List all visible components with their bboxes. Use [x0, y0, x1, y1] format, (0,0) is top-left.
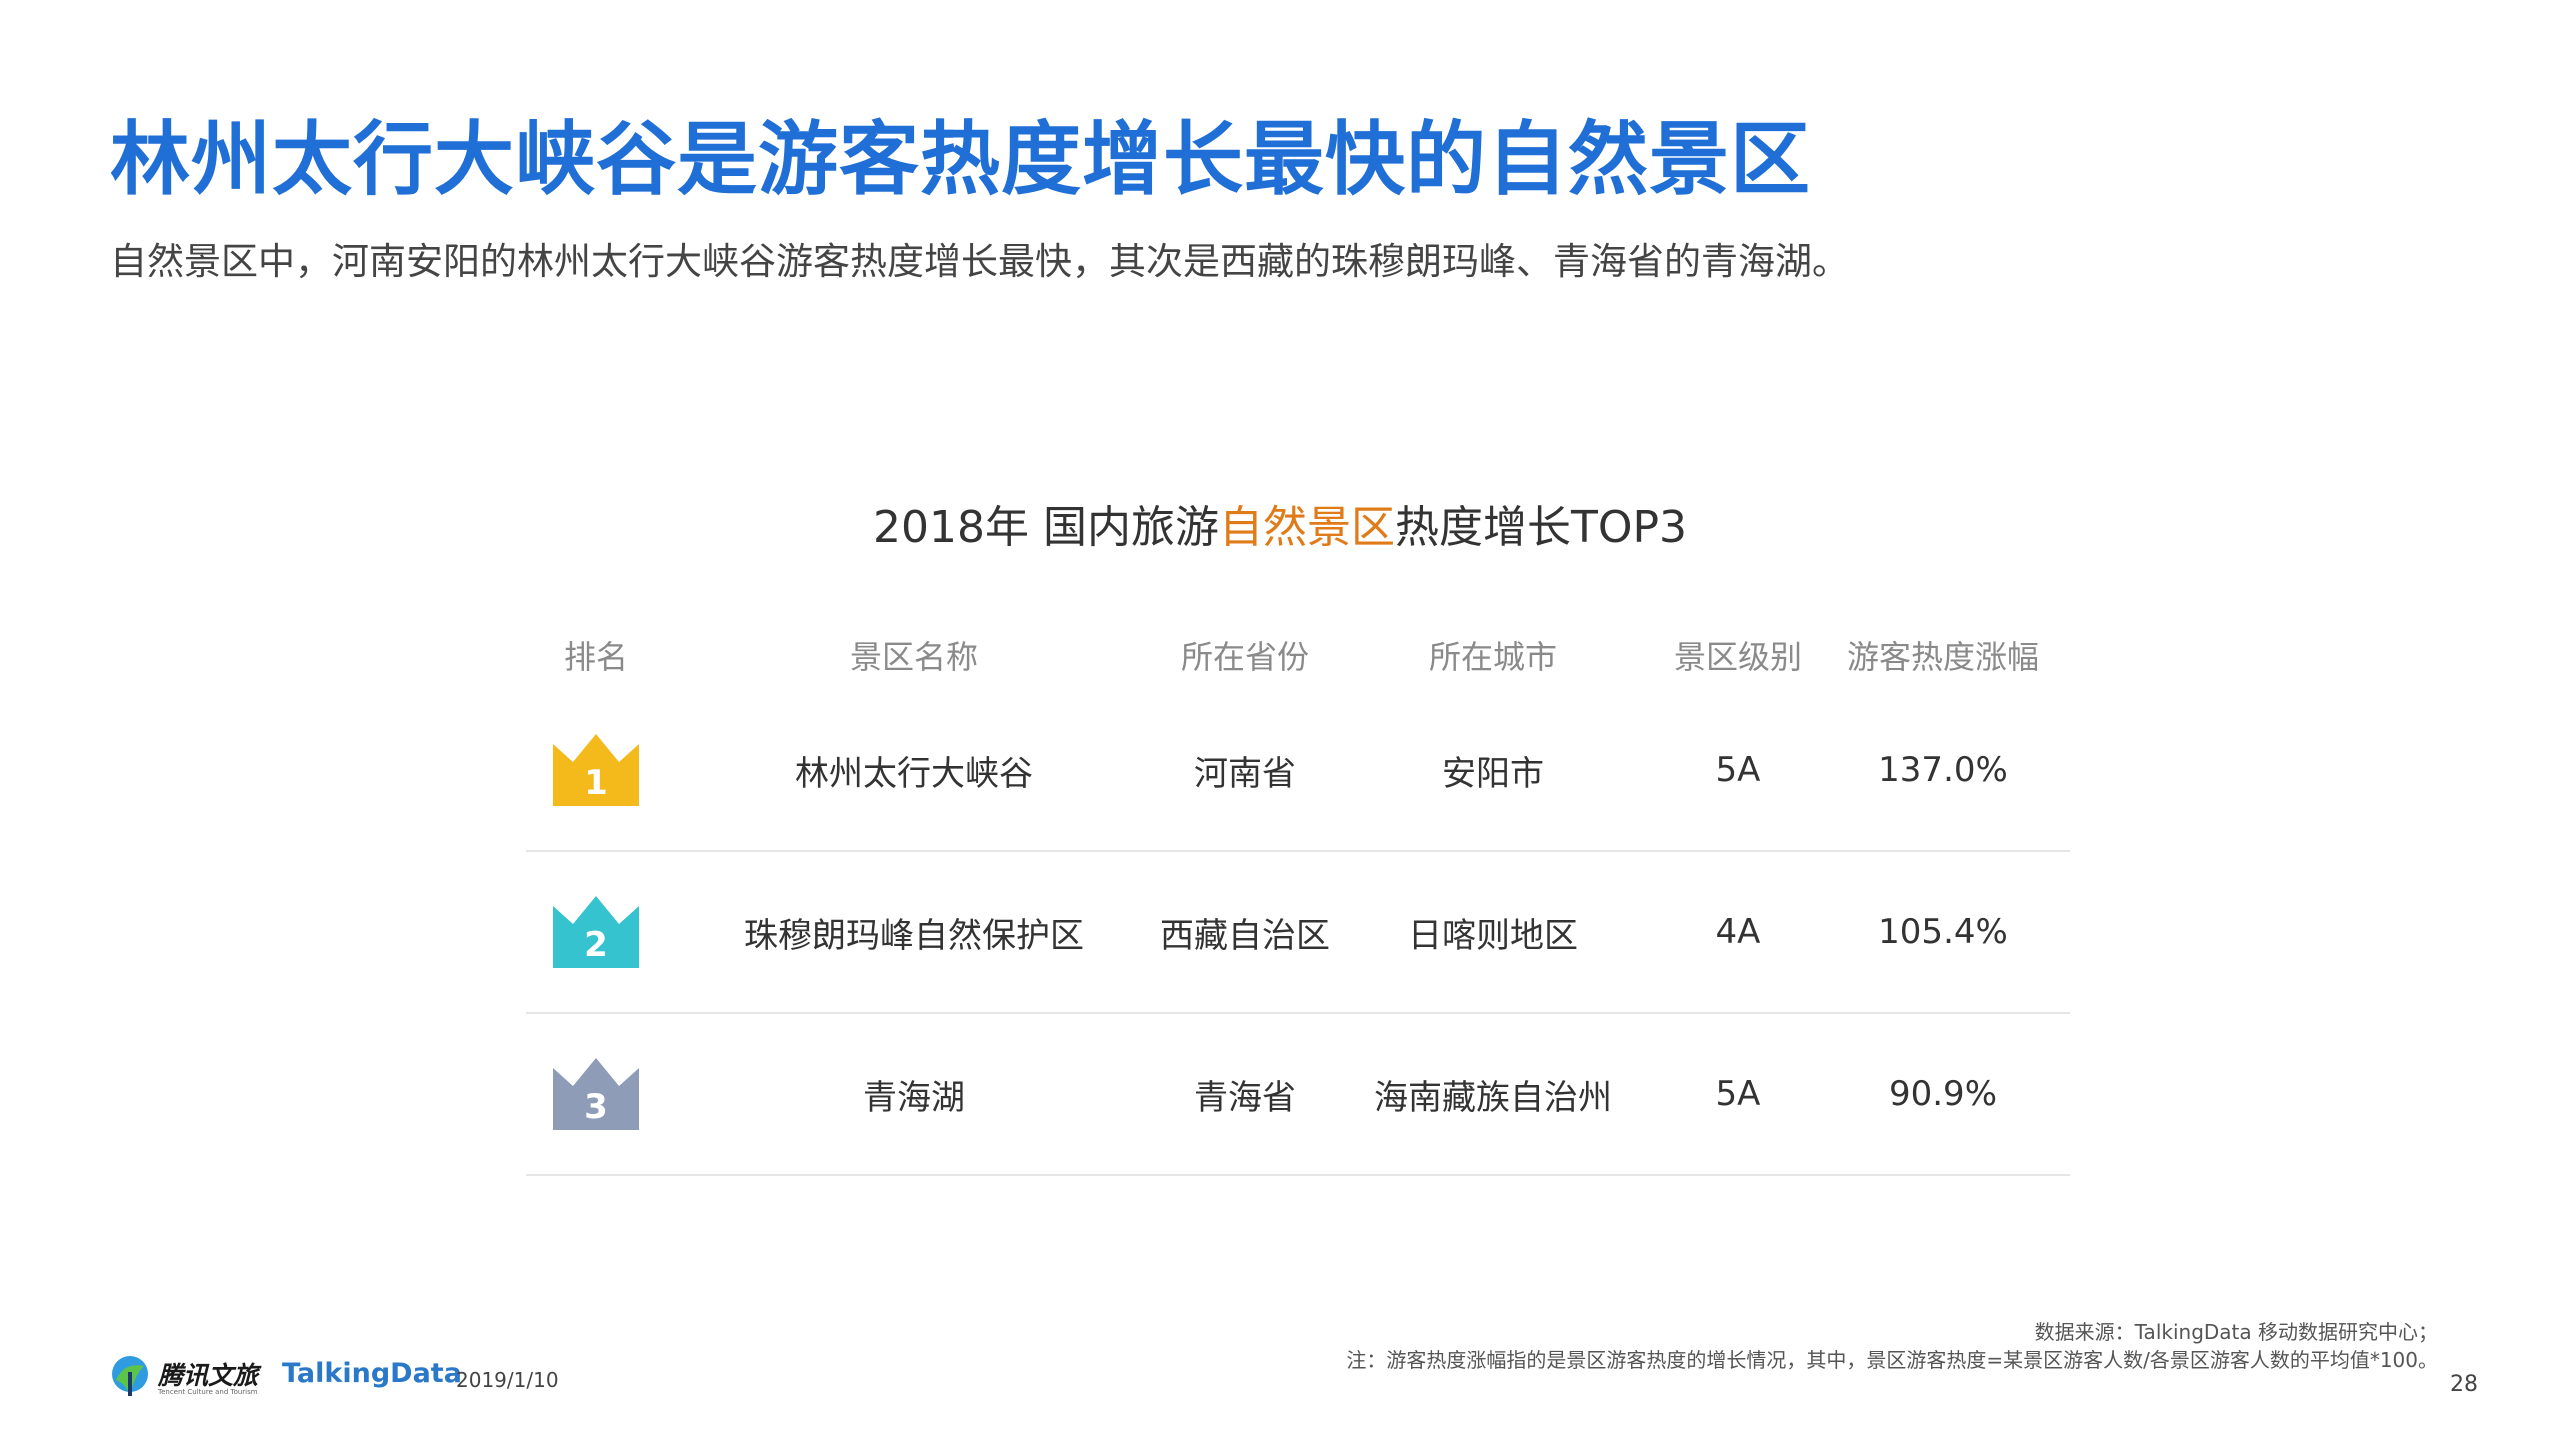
scenic-level: 5A [1715, 1074, 1761, 1114]
table-title-highlight: 自然景区 [1218, 502, 1395, 553]
province: 青海省 [1194, 1077, 1296, 1118]
page-number: 28 [2450, 1372, 2478, 1397]
report-date: 2019/1/10 [456, 1368, 559, 1392]
tencent-culture-brand-tagline: Tencent Culture and Tourism [158, 1388, 258, 1396]
crown-rank-number: 2 [584, 925, 608, 965]
table-title-prefix: 2018年 国内旅游 [872, 502, 1219, 553]
table-row: 1 林州太行大峡谷 河南省 安阳市 5A 137.0% [526, 690, 2070, 852]
header-city: 所在城市 [1428, 638, 1557, 676]
header-rank: 排名 [563, 638, 628, 676]
crown-1st-icon: 1 [553, 734, 639, 806]
table-title: 2018年 国内旅游自然景区热度增长TOP3 [0, 496, 2560, 560]
footnote: 注：游客热度涨幅指的是景区游客热度的增长情况，其中，景区游客热度=某景区游客人数… [1346, 1348, 2438, 1372]
scenic-name: 林州太行大峡谷 [795, 753, 1033, 794]
data-source: 数据来源：TalkingData 移动数据研究中心； [2034, 1320, 2438, 1344]
scenic-level: 5A [1715, 750, 1761, 790]
report-page: 林州太行大峡谷是游客热度增长最快的自然景区 自然景区中，河南安阳的林州太行大峡谷… [0, 0, 2560, 1440]
table-row: 3 青海湖 青海省 海南藏族自治州 5A 90.9% [526, 1014, 2070, 1176]
city: 日喀则地区 [1408, 915, 1578, 956]
city: 海南藏族自治州 [1374, 1077, 1612, 1118]
header-scenic-name: 景区名称 [849, 638, 978, 676]
table-title-suffix: 热度增长TOP3 [1394, 502, 1687, 553]
rank-cell: 1 [526, 690, 666, 850]
growth-rate: 105.4% [1878, 912, 2008, 952]
scenic-name: 青海湖 [863, 1077, 965, 1118]
city: 安阳市 [1442, 753, 1544, 794]
province: 西藏自治区 [1160, 915, 1330, 956]
growth-rate: 137.0% [1878, 750, 2008, 790]
crown-rank-number: 3 [584, 1087, 608, 1127]
table-header-row: 排名 景区名称 所在省份 所在城市 景区级别 游客热度涨幅 [526, 620, 2070, 690]
header-level: 景区级别 [1673, 638, 1802, 676]
page-subtitle: 自然景区中，河南安阳的林州太行大峡谷游客热度增长最快，其次是西藏的珠穆朗玛峰、青… [110, 240, 1849, 283]
table-row: 2 珠穆朗玛峰自然保护区 西藏自治区 日喀则地区 4A 105.4% [526, 852, 2070, 1014]
province: 河南省 [1194, 753, 1296, 794]
scenic-name: 珠穆朗玛峰自然保护区 [744, 915, 1084, 956]
page-headline: 林州太行大峡谷是游客热度增长最快的自然景区 [110, 113, 1811, 206]
scenic-level: 4A [1715, 912, 1761, 952]
talkingdata-brand: TalkingData [282, 1358, 462, 1389]
header-growth: 游客热度涨幅 [1846, 638, 2039, 676]
tencent-culture-brand: 腾讯文旅 [158, 1361, 259, 1390]
rank-cell: 2 [526, 852, 666, 1012]
growth-rate: 90.9% [1888, 1074, 1997, 1114]
header-province: 所在省份 [1180, 638, 1309, 676]
crown-2nd-icon: 2 [553, 896, 639, 968]
crown-rank-number: 1 [584, 763, 608, 803]
tencent-culture-logo-icon [112, 1356, 148, 1396]
crown-3rd-icon: 3 [553, 1058, 639, 1130]
rank-cell: 3 [526, 1014, 666, 1174]
ranking-table: 排名 景区名称 所在省份 所在城市 景区级别 游客热度涨幅 1 林州太行大峡谷 … [526, 620, 2070, 1176]
